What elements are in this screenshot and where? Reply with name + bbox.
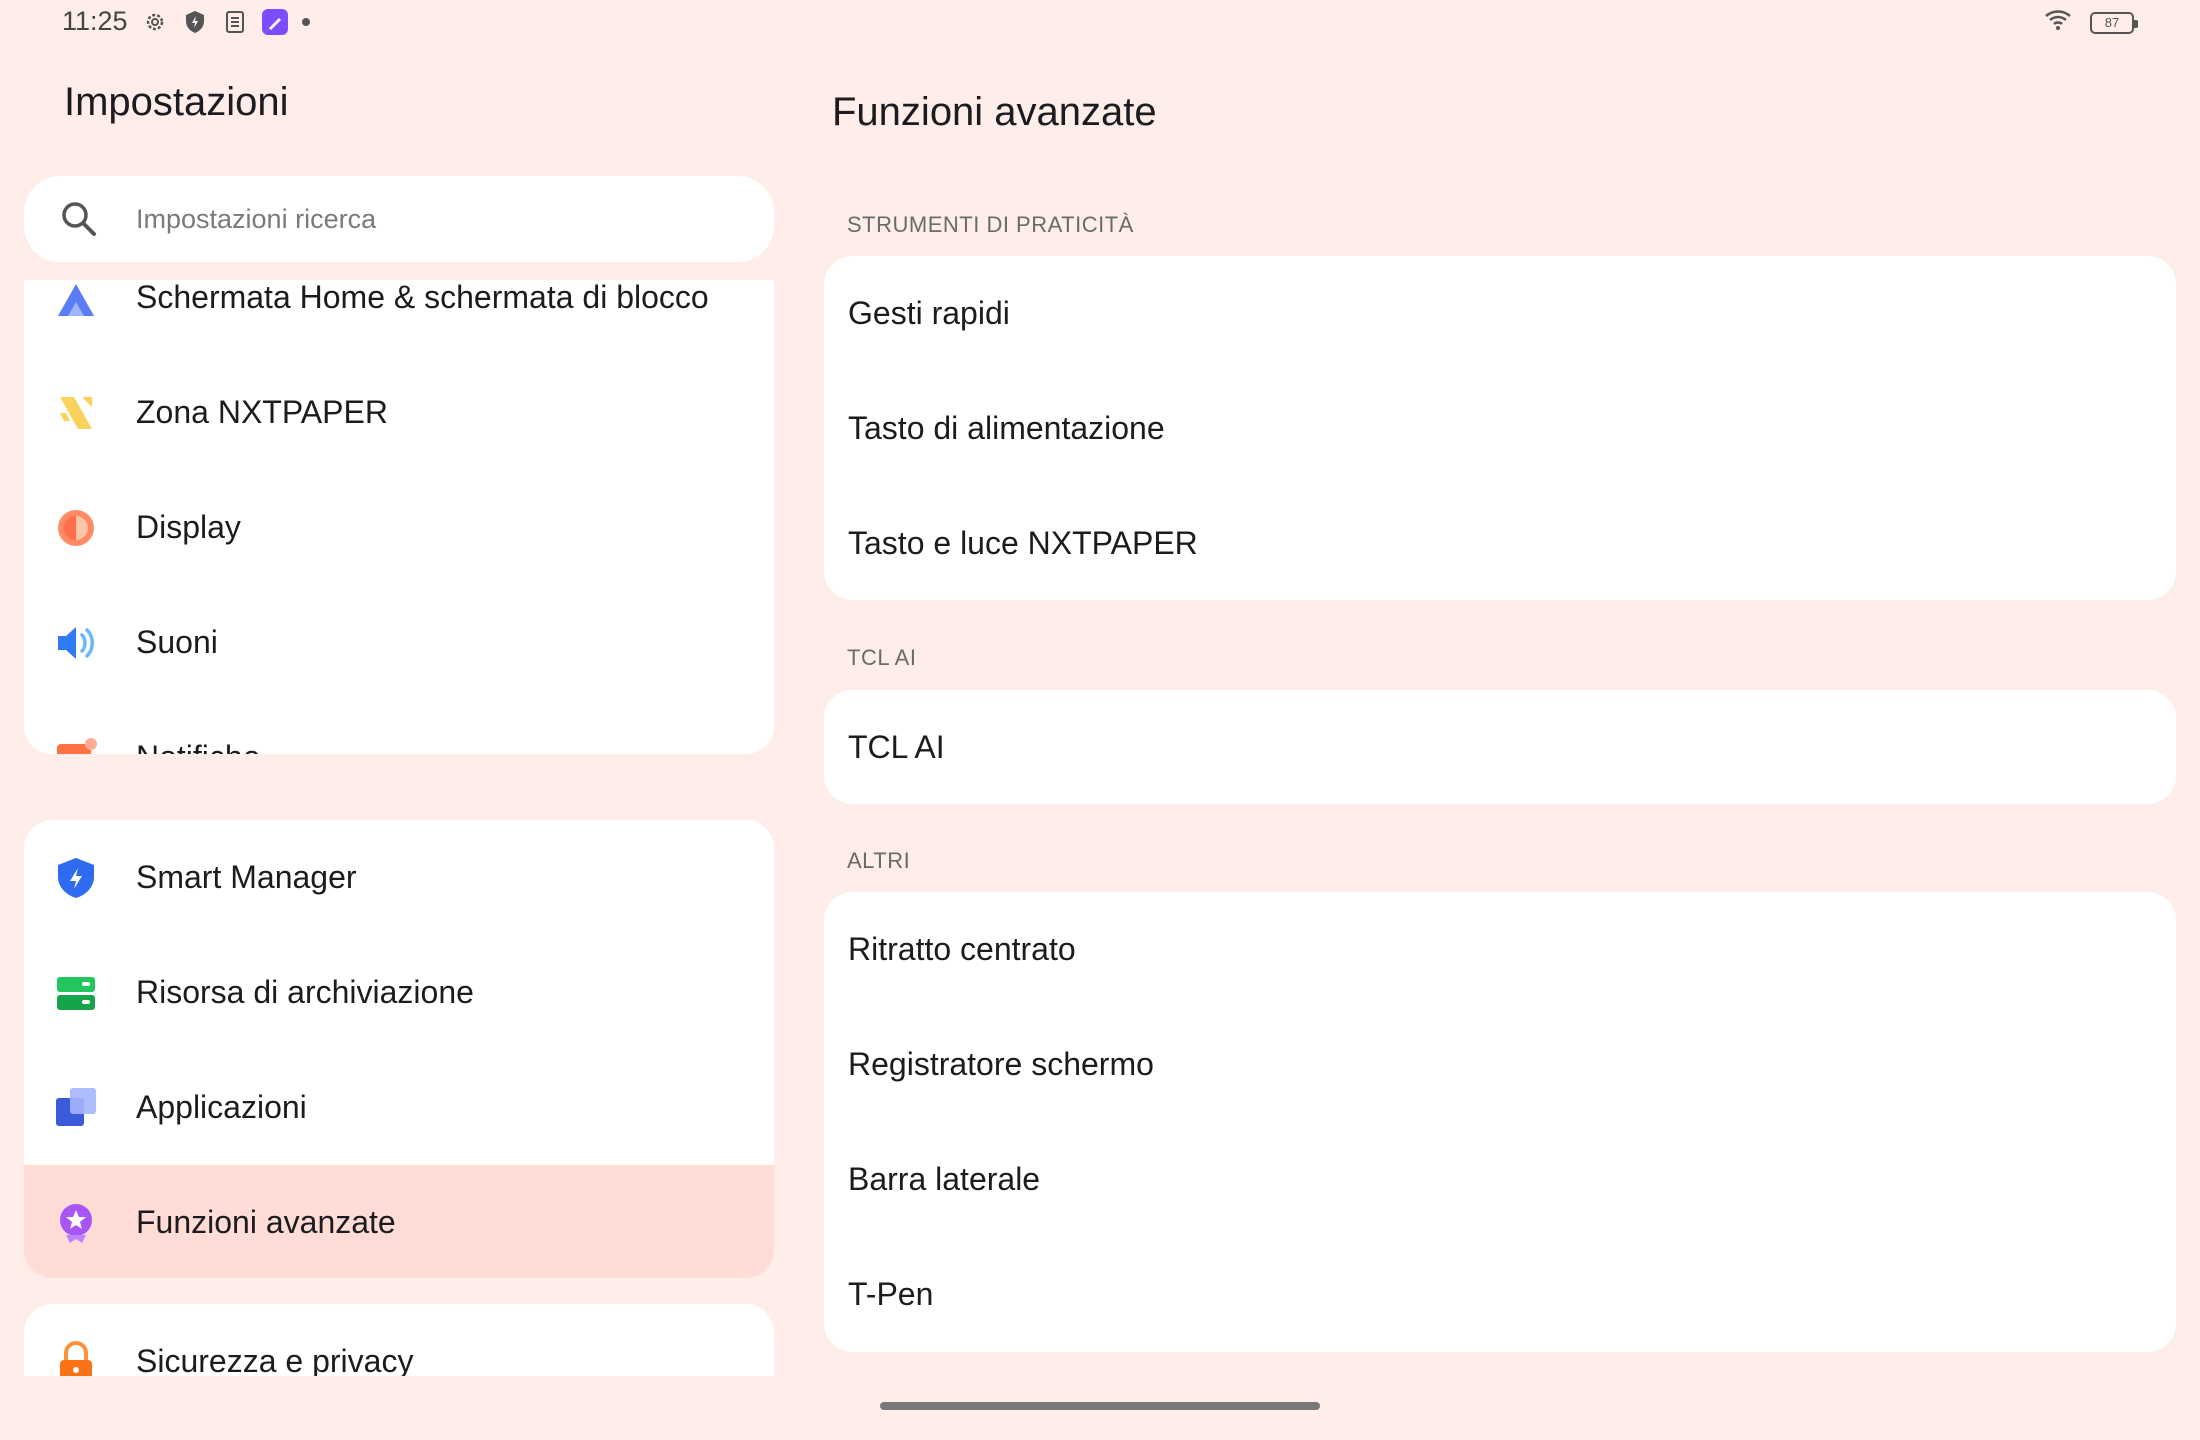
menu-item-label: Registratore schermo — [848, 1046, 1154, 1082]
sidebar-item-label: Zona NXTPAPER — [136, 394, 388, 430]
sidebar-item-label: Suoni — [136, 624, 218, 660]
menu-item-nxtpaper-key-light[interactable]: Tasto e luce NXTPAPER — [824, 486, 2176, 601]
section-card-others: Ritratto centrato Registratore schermo B… — [824, 892, 2176, 1352]
settings-group-3: Sicurezza e privacy — [24, 1304, 774, 1376]
menu-item-centered-portrait[interactable]: Ritratto centrato — [824, 892, 2176, 1007]
lock-icon — [54, 1340, 98, 1376]
battery-icon: 87 — [2090, 11, 2138, 34]
settings-menu-list[interactable]: Schermata Home & schermata di blocco Zon… — [24, 280, 774, 1376]
settings-gear-icon — [142, 9, 168, 35]
sidebar-item-notifications[interactable]: Notifiche — [24, 700, 774, 754]
shield-icon — [182, 9, 208, 35]
menu-item-screen-recorder[interactable]: Registratore schermo — [824, 1007, 2176, 1122]
status-icons-right: 87 — [2044, 9, 2138, 36]
page-title: Funzioni avanzate — [832, 90, 1157, 134]
sidebar-item-nxtpaper[interactable]: Zona NXTPAPER — [24, 355, 774, 470]
display-icon — [54, 506, 98, 550]
menu-item-t-pen[interactable]: T-Pen — [824, 1237, 2176, 1352]
menu-item-label: Ritratto centrato — [848, 931, 1076, 967]
section-header-convenience: STRUMENTI DI PRATICITÀ — [847, 212, 1134, 237]
settings-group-1: Schermata Home & schermata di blocco Zon… — [24, 280, 774, 754]
menu-item-power-key[interactable]: Tasto di alimentazione — [824, 371, 2176, 486]
app-pen-icon — [262, 9, 288, 35]
sidebar-item-label: Risorsa di archiviazione — [136, 974, 474, 1010]
sidebar-item-label: Applicazioni — [136, 1089, 307, 1125]
section-header-others: ALTRI — [847, 848, 911, 873]
sidebar-item-storage[interactable]: Risorsa di archiviazione — [24, 935, 774, 1050]
section-card-tcl-ai: TCL AI — [824, 690, 2176, 804]
gesture-navigation-bar[interactable] — [880, 1402, 1320, 1410]
settings-screen: 11:25 87 Impostazioni Impostazioni ricer… — [0, 0, 2200, 1440]
smart-manager-icon — [54, 856, 98, 900]
battery-level: 87 — [2104, 15, 2120, 30]
sidebar-item-display[interactable]: Display — [24, 470, 774, 585]
apps-icon — [54, 1086, 98, 1130]
menu-item-label: Gesti rapidi — [848, 295, 1010, 331]
advanced-features-icon — [54, 1201, 98, 1245]
sidebar-item-advanced-features[interactable]: Funzioni avanzate — [24, 1165, 774, 1278]
menu-item-label: T-Pen — [848, 1276, 934, 1312]
settings-group-2: Smart Manager Risorsa di archiviazione A… — [24, 820, 774, 1278]
search-placeholder: Impostazioni ricerca — [136, 203, 377, 234]
home-lock-icon — [54, 280, 98, 320]
sidebar-item-label: Smart Manager — [136, 859, 357, 895]
menu-item-label: Tasto e luce NXTPAPER — [848, 525, 1198, 561]
sound-icon — [54, 621, 98, 665]
menu-item-label: TCL AI — [848, 729, 945, 765]
sidebar-item-label: Display — [136, 509, 241, 545]
menu-item-quick-gestures[interactable]: Gesti rapidi — [824, 256, 2176, 371]
menu-item-sidebar[interactable]: Barra laterale — [824, 1122, 2176, 1237]
search-icon — [60, 200, 98, 243]
status-bar: 11:25 87 — [0, 0, 2200, 48]
status-time: 11:25 — [62, 6, 128, 36]
storage-icon — [54, 971, 98, 1015]
settings-title: Impostazioni — [64, 80, 289, 124]
sidebar-item-label: Schermata Home & schermata di blocco — [136, 280, 709, 315]
sidebar-item-sounds[interactable]: Suoni — [24, 585, 774, 700]
search-bar[interactable]: Impostazioni ricerca — [24, 176, 774, 262]
menu-item-tcl-ai[interactable]: TCL AI — [824, 690, 2176, 805]
nxtpaper-icon — [54, 391, 98, 435]
dot-icon — [302, 18, 310, 26]
sidebar-item-apps[interactable]: Applicazioni — [24, 1050, 774, 1165]
sidebar-item-label: Notifiche — [136, 739, 261, 754]
section-header-tcl-ai: TCL AI — [847, 645, 917, 670]
status-icons-left — [142, 9, 310, 35]
menu-item-label: Tasto di alimentazione — [848, 410, 1165, 446]
wifi-icon — [2044, 9, 2072, 36]
sidebar-item-label: Funzioni avanzate — [136, 1204, 396, 1240]
sidebar-item-smart-manager[interactable]: Smart Manager — [24, 820, 774, 935]
sidebar-item-label: Sicurezza e privacy — [136, 1343, 414, 1376]
sidebar-item-security-privacy[interactable]: Sicurezza e privacy — [24, 1304, 774, 1376]
clipboard-icon — [222, 9, 248, 35]
sidebar-item-home-lock-screen[interactable]: Schermata Home & schermata di blocco — [24, 280, 774, 355]
section-card-convenience: Gesti rapidi Tasto di alimentazione Tast… — [824, 256, 2176, 600]
notification-icon — [54, 736, 98, 754]
menu-item-label: Barra laterale — [848, 1161, 1041, 1197]
